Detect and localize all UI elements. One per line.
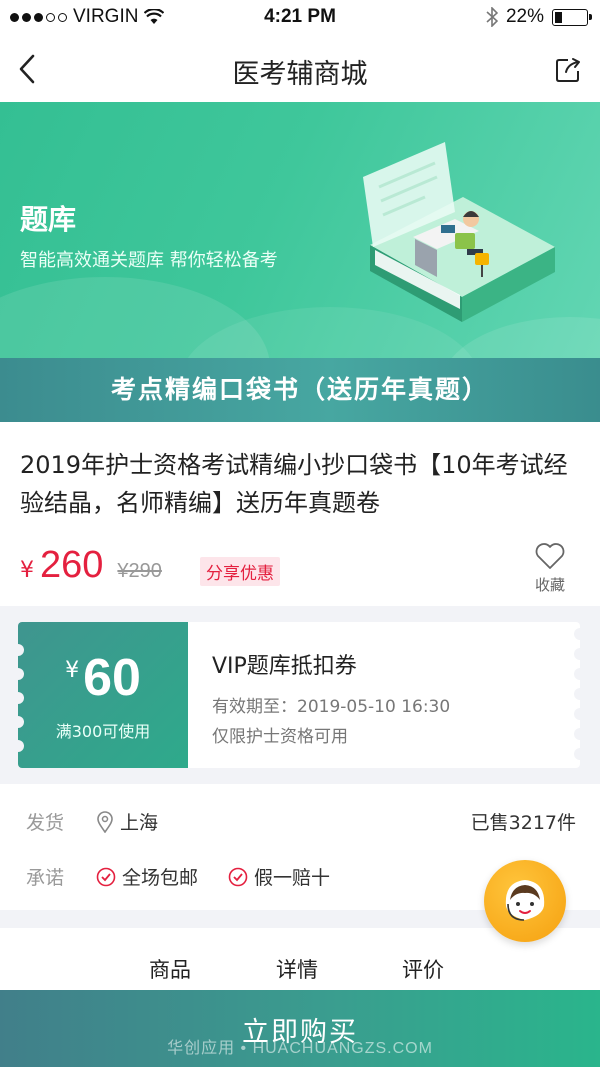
favorite-label: 收藏: [534, 576, 565, 594]
banner-title: 题库: [20, 203, 77, 236]
original-price: ¥290: [117, 560, 162, 582]
coupon-title: VIP题库抵扣券: [212, 654, 357, 679]
coupon-condition: 满300可使用: [55, 722, 151, 741]
coupon-value-panel: ¥60 满300可使用: [18, 622, 188, 768]
buy-now-button[interactable]: 立即购买 华创应用 • HUACHUANGZS.COM: [0, 990, 600, 1067]
product-info: 2019年护士资格考试精编小抄口袋书【10年考试经验结晶，名师精编】送历年真题卷…: [0, 422, 600, 606]
promise-label: 承诺: [26, 867, 65, 889]
promo-ribbon: 考点精编口袋书（送历年真题）: [0, 358, 600, 422]
current-price: 260: [40, 544, 104, 586]
status-bar: VIRGIN 4:21 PM 22%: [0, 0, 600, 34]
price-block: ¥ 260 ¥290: [20, 544, 162, 587]
check-circle-icon: [96, 867, 116, 886]
nav-bar: 医考辅商城: [0, 34, 600, 102]
study-illustration: [363, 142, 555, 322]
coupon-currency: ¥: [65, 658, 80, 683]
promise-authentic: 假一赔十: [254, 867, 331, 889]
product-banner: 题库 智能高效通关题库 帮你轻松备考: [0, 102, 600, 358]
location-pin-icon: [97, 810, 113, 833]
promise-free-shipping: 全场包邮: [122, 867, 199, 889]
shipping-row: 发货 上海 已售3217件: [0, 808, 600, 838]
coupon-amount: 60: [83, 649, 141, 707]
coupon-limit: 仅限护士资格可用: [212, 727, 348, 747]
product-title: 2019年护士资格考试精编小抄口袋书【10年考试经验结晶，名师精编】送历年真题卷: [20, 451, 568, 517]
battery-icon: [552, 8, 592, 26]
watermark: 华创应用 • HUACHUANGZS.COM: [167, 1040, 433, 1057]
page-title: 医考辅商城: [232, 59, 368, 90]
check-circle-icon: [228, 867, 248, 886]
support-agent-icon: [505, 880, 545, 921]
ship-label: 发货: [26, 812, 65, 834]
tab-details[interactable]: 详情: [276, 954, 318, 984]
coupon-expiry: 有效期至：2019-05-10 16:30: [212, 697, 451, 717]
tab-reviews[interactable]: 评价: [402, 954, 444, 984]
tab-goods[interactable]: 商品: [149, 954, 191, 984]
share-icon[interactable]: [554, 56, 582, 84]
battery-percent: 22%: [505, 6, 544, 27]
customer-service-button[interactable]: [484, 860, 566, 942]
coupon-section: ¥60 满300可使用 VIP题库抵扣券 有效期至：2019-05-10 16:…: [0, 606, 600, 784]
coupon-card[interactable]: ¥60 满300可使用 VIP题库抵扣券 有效期至：2019-05-10 16:…: [12, 622, 586, 768]
bluetooth-icon: [486, 7, 498, 27]
share-discount-badge[interactable]: 分享优惠: [200, 557, 280, 586]
ship-from-city: 上海: [120, 812, 159, 834]
currency-symbol: ¥: [20, 558, 34, 583]
heart-icon: [535, 543, 565, 569]
favorite-button[interactable]: 收藏: [534, 542, 566, 594]
sold-count: 已售3217件: [470, 812, 576, 834]
banner-subtitle: 智能高效通关题库 帮你轻松备考: [20, 250, 278, 271]
